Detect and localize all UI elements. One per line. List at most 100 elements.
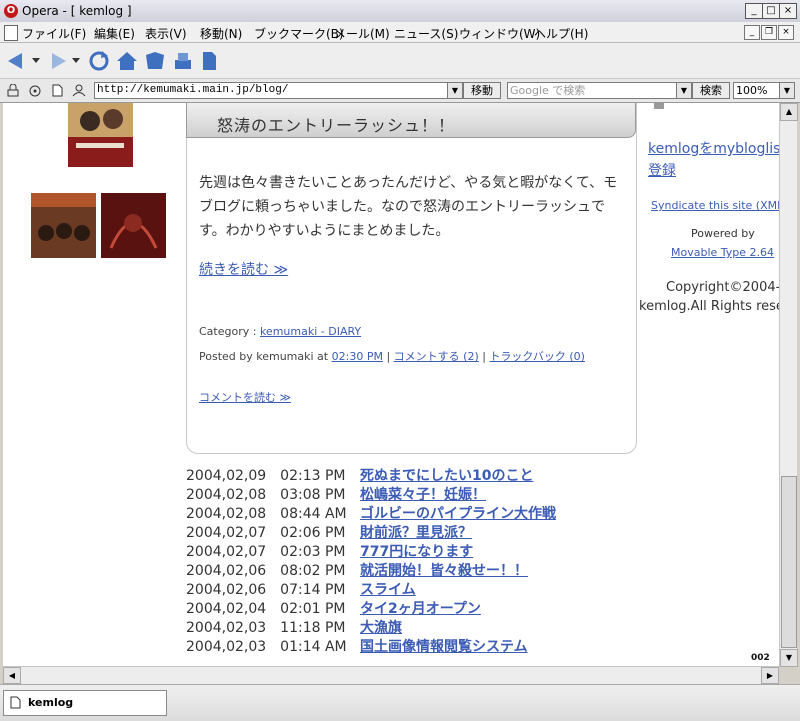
search-input[interactable]: Google で検索: [507, 82, 678, 99]
menu-edit[interactable]: 編集(E): [94, 25, 135, 42]
menu-file[interactable]: ファイル(F): [22, 25, 86, 42]
mybloglist-link[interactable]: kemlogをmybloglistに: [648, 138, 779, 158]
user-icon[interactable]: [72, 84, 86, 97]
recent-entry-link[interactable]: タイ2ヶ月オープン: [360, 598, 481, 618]
search-button[interactable]: 検索: [692, 82, 730, 99]
page-tab[interactable]: kemlog: [3, 690, 167, 716]
close-button[interactable]: ×: [779, 3, 797, 19]
maximize-button[interactable]: □: [762, 3, 780, 19]
copyright-line-2: kemlog.All Rights reserved.: [639, 299, 779, 314]
entry-title-bar: 怒涛のエントリーラッシュ！！: [186, 103, 636, 138]
forward-dropdown-icon[interactable]: [72, 58, 80, 64]
new-page-icon[interactable]: [198, 50, 220, 72]
back-dropdown-icon[interactable]: [32, 58, 40, 64]
print-icon[interactable]: [172, 50, 194, 72]
page-viewport: 先週は色々書きたいことあったんだけど、やる気と暇がなくて、モブログに頼っちゃいま…: [3, 103, 779, 666]
zoom-select[interactable]: 100%: [733, 82, 781, 99]
recent-entry-date: 2004,02,08 03:08 PM: [186, 487, 346, 503]
reload-icon[interactable]: [88, 50, 110, 72]
recent-entry-date: 2004,02,03 11:18 PM: [186, 620, 346, 636]
permalink-time-link[interactable]: 02:30 PM: [332, 350, 383, 363]
page-tab-bar: kemlog: [0, 684, 800, 721]
recent-entry-link[interactable]: 死ぬまでにしたい10のこと: [360, 465, 533, 485]
recent-entry-date: 2004,02,06 08:02 PM: [186, 563, 346, 579]
mybloglist-register-link[interactable]: 登録: [648, 160, 676, 180]
navigation-toolbar: [0, 43, 800, 79]
menu-bookmarks[interactable]: ブックマーク(B): [254, 25, 344, 42]
recent-entry-date: 2004,02,03 01:14 AM: [186, 639, 347, 655]
lock-icon[interactable]: [6, 84, 20, 97]
recent-entry-date: 2004,02,06 07:14 PM: [186, 582, 346, 598]
entry-posted-meta: Posted by kemumaki at 02:30 PM | コメントする …: [199, 348, 585, 364]
category-link[interactable]: kemumaki - DIARY: [260, 325, 361, 338]
recent-entry-link[interactable]: 財前派？里見派？: [360, 522, 472, 542]
powered-by-label: Powered by: [691, 227, 755, 240]
read-comments-link[interactable]: コメントを読む ≫: [199, 389, 291, 405]
recent-entry-date: 2004,02,07 02:06 PM: [186, 525, 346, 541]
menu-bar: ファイル(F) 編集(E) 表示(V) 移動(N) ブックマーク(B) メール(…: [0, 22, 800, 43]
trackback-link[interactable]: トラックバック (0): [489, 350, 585, 363]
tab-label: kemlog: [28, 696, 74, 709]
posted-by-label: Posted by kemumaki at: [199, 350, 332, 363]
opera-logo-icon: O: [4, 4, 18, 18]
entry-body-text: 先週は色々書きたいことあったんだけど、やる気と暇がなくて、モブログに頼っちゃいま…: [199, 175, 618, 239]
page-icon[interactable]: [50, 84, 64, 97]
scroll-left-arrow-icon[interactable]: ◀: [3, 667, 21, 684]
menu-view[interactable]: 表示(V): [145, 25, 187, 42]
menu-news[interactable]: ニュース(S): [394, 25, 458, 42]
page-doc-icon: [4, 25, 18, 41]
copyright-line-1: Copyright©2004-: [666, 280, 779, 295]
movable-type-link[interactable]: Movable Type 2.64: [671, 246, 774, 259]
home-icon[interactable]: [116, 50, 138, 72]
title-bar: O Opera - [ kemlog ] _ □ ×: [0, 0, 800, 23]
menu-navigate[interactable]: 移動(N): [200, 25, 242, 42]
hotlist-icon[interactable]: [144, 50, 166, 72]
scroll-down-arrow-icon[interactable]: ▼: [780, 649, 798, 667]
recent-entry-link[interactable]: ゴルビーのパイプライン大作戦: [360, 503, 556, 523]
album-cover-image[interactable]: [31, 193, 96, 258]
back-arrow-icon[interactable]: [6, 50, 28, 72]
recent-entry-link[interactable]: 777円になります: [360, 541, 473, 561]
address-dropdown-button[interactable]: ▼: [447, 82, 463, 99]
recent-entry-link[interactable]: スライム: [360, 579, 416, 599]
search-dropdown-button[interactable]: ▼: [676, 82, 692, 99]
meta-separator: |: [382, 350, 394, 363]
tab-page-icon: [10, 696, 21, 709]
recent-entry-link[interactable]: 大漁旗: [360, 617, 402, 637]
mdi-close-button[interactable]: ×: [778, 25, 794, 40]
forward-arrow-icon[interactable]: [46, 50, 68, 72]
album-cover-image[interactable]: [101, 193, 166, 258]
vertical-scrollbar[interactable]: ▲ ▼: [779, 103, 798, 667]
read-more-link[interactable]: 続きを読む ≫: [199, 259, 288, 279]
go-button[interactable]: 移動: [463, 82, 501, 99]
zoom-dropdown-button[interactable]: ▼: [779, 82, 795, 99]
window-title: Opera - [ kemlog ]: [22, 4, 132, 18]
entry-category: Category : kemumaki - DIARY: [199, 325, 361, 338]
access-counter: 002: [751, 653, 770, 663]
album-cover-image[interactable]: [68, 103, 133, 167]
horizontal-scrollbar[interactable]: ◀ ▶: [3, 666, 779, 684]
sidebar-bullet: [654, 103, 664, 109]
scroll-up-arrow-icon[interactable]: ▲: [780, 103, 798, 121]
menu-window[interactable]: ウィンドウ(W): [459, 25, 540, 42]
vertical-scroll-thumb[interactable]: [781, 476, 797, 648]
mdi-restore-button[interactable]: ❐: [761, 25, 777, 40]
address-input[interactable]: http://kemumaki.main.jp/blog/: [94, 82, 448, 99]
minimize-button[interactable]: _: [745, 3, 763, 19]
recent-entry-date: 2004,02,07 02:03 PM: [186, 544, 346, 560]
comment-link[interactable]: コメントする (2): [394, 350, 479, 363]
entry-title: 怒涛のエントリーラッシュ！！: [217, 116, 456, 135]
syndicate-link[interactable]: Syndicate this site (XML): [651, 199, 779, 212]
recent-entry-link[interactable]: 就活開始！皆々殺せー！！: [360, 560, 528, 580]
address-bar: http://kemumaki.main.jp/blog/ ▼ 移動 Googl…: [0, 79, 800, 103]
menu-mail[interactable]: メール(M): [334, 25, 390, 42]
scroll-right-arrow-icon[interactable]: ▶: [761, 667, 779, 684]
recent-entry-link[interactable]: 国土画像情報閲覧システム: [360, 636, 528, 656]
recent-entry-link[interactable]: 松嶋菜々子！妊娠！: [360, 484, 486, 504]
menu-help[interactable]: ヘルプ(H): [534, 25, 588, 42]
meta-separator: |: [478, 350, 490, 363]
recent-entry-date: 2004,02,08 08:44 AM: [186, 506, 347, 522]
recent-entry-date: 2004,02,09 02:13 PM: [186, 468, 346, 484]
mdi-minimize-button[interactable]: _: [744, 25, 760, 40]
wand-icon[interactable]: [28, 84, 42, 97]
